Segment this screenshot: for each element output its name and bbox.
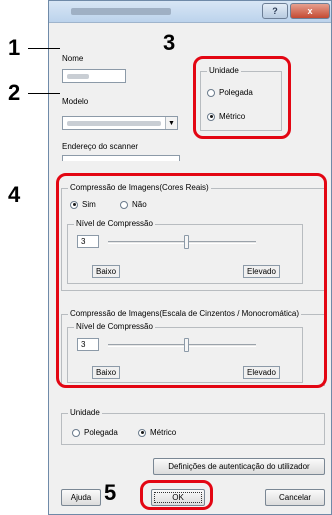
modelo-dropdown[interactable]: ▼ (62, 116, 178, 130)
callout-number-3: 3 (163, 30, 176, 55)
callout-number-1: 1 (8, 35, 21, 60)
nome-value-blurred (67, 74, 89, 79)
help-button[interactable]: Ajuda (61, 489, 101, 506)
endereco-label: Endereço do scanner (62, 142, 139, 151)
modelo-label: Modelo (62, 97, 89, 106)
callout-box-3 (193, 56, 291, 139)
radio-label: Métrico (150, 428, 177, 437)
nome-label: Nome (62, 54, 84, 63)
radio-circle[interactable] (72, 428, 80, 437)
endereco-field[interactable] (62, 155, 180, 161)
radio-circle-selected[interactable] (138, 428, 146, 437)
chevron-down-icon[interactable]: ▼ (165, 117, 177, 129)
leader-line-1 (28, 48, 60, 49)
nome-field[interactable] (62, 69, 126, 83)
callout-box-4 (56, 173, 327, 388)
leader-line-2 (28, 93, 60, 94)
callout-number-4: 4 (8, 182, 21, 207)
modelo-value-blurred (67, 121, 161, 126)
radio-polegada-bottom[interactable]: Polegada (72, 428, 118, 437)
radio-label: Polegada (84, 428, 118, 437)
window-title (71, 8, 171, 15)
unidade-group-bottom: Unidade Polegada Métrico (61, 408, 325, 445)
title-bar: ? x (49, 1, 331, 23)
unidade-group-bottom-title: Unidade (68, 408, 102, 417)
radio-metrico-bottom[interactable]: Métrico (138, 428, 176, 437)
callout-box-5 (140, 480, 213, 510)
callout-number-2: 2 (8, 80, 21, 105)
callout-number-5: 5 (104, 480, 117, 505)
help-title-button[interactable]: ? (262, 3, 288, 19)
cancel-button[interactable]: Cancelar (265, 489, 325, 506)
close-button[interactable]: x (290, 3, 330, 19)
auth-settings-button[interactable]: Definições de autenticação do utilizador (153, 458, 325, 475)
